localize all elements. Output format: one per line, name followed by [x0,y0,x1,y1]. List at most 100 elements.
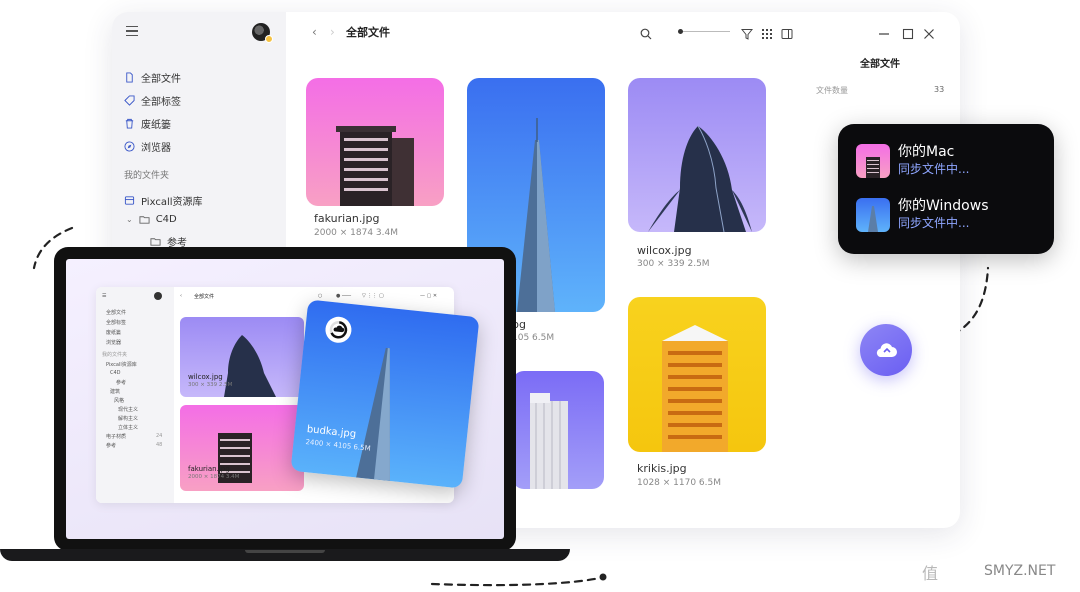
close-icon[interactable] [923,25,935,39]
mini-sidebar-item: 全部标签 [106,320,127,326]
file-meta: 300 × 339 2.5M [637,259,710,269]
info-panel-title: 全部文件 [860,59,900,70]
file-meta: 105 6.5M [512,333,555,343]
mini-file-meta: 2000 × 1874 3.4M [188,474,240,480]
gherkin-image [648,125,752,232]
sidebar-folder-library[interactable]: Pixcall资源库 [124,193,203,208]
avatar[interactable] [252,23,273,43]
sidebar-item-label: 全部文件 [141,74,181,85]
file-icon [124,72,135,83]
mini-sidebar: ☰ 全部文件 全部标签 废纸篓 浏览器 我的文件夹 Pixcall资源库 C4D… [96,287,174,503]
mini-sidebar-count: 24 [156,433,163,439]
mini-sidebar-item: 建筑 [110,389,121,395]
mini-back-icon: ‹ [180,293,182,299]
sidebar-item-all-files[interactable]: 全部文件 [124,70,181,85]
sidebar-item-label: 废纸篓 [141,120,171,131]
file-name: wilcox.jpg [637,244,692,257]
mini-sidebar-item: 废纸篓 [106,330,122,336]
grid-icon[interactable] [761,25,773,39]
cloud-sync-button[interactable] [860,324,912,376]
sidebar-item-label: 全部标签 [141,97,181,108]
panel-toggle-icon[interactable] [781,25,793,39]
device-name: 你的Windows [898,198,989,214]
sidebar-item-label: Pixcall资源库 [141,197,203,208]
search-icon[interactable] [640,25,652,40]
file-card-white-building[interactable] [512,371,604,489]
file-name: krikis.jpg [637,462,687,475]
mini-toolbar-icons: ▽ ⋮⋮ ▢ [362,293,384,299]
mini-sidebar-item: 全部文件 [106,310,127,316]
building-image [336,126,414,206]
mini-page-title: 全部文件 [194,294,215,300]
forward-icon[interactable]: › [330,25,335,39]
page-title: 全部文件 [346,26,390,39]
sidebar-item-label: C4D [155,214,177,225]
file-name: fakurian.jpg [314,212,380,225]
mini-slider: ● ─── [336,293,351,299]
mini-sidebar-item: Pixcall资源库 [106,362,137,368]
mini-sidebar-section: 我的文件夹 [102,352,128,358]
mini-sidebar-item: 立体主义 [118,425,139,431]
watermark-logo: 值 [922,564,939,583]
minimize-icon[interactable] [878,25,890,37]
mini-file-name: wilcox.jpg [188,373,223,381]
compass-icon [124,141,135,152]
mini-window-controls: — ▢ ✕ [420,293,438,299]
avatar-badge [265,35,273,43]
maximize-icon[interactable] [902,25,914,40]
mini-file-name: fakurian.jpg [188,465,230,473]
tower-image [356,347,390,481]
menu-icon[interactable] [126,26,138,39]
mini-sidebar-item: 浏览器 [106,340,122,346]
file-meta: 2000 × 1874 3.4M [314,228,399,238]
tag-icon [124,95,135,106]
mini-sidebar-item: 现代主义 [118,407,139,413]
zoom-slider[interactable] [678,29,730,34]
device-thumbnail [856,198,890,232]
file-meta: 1028 × 1170 6.5M [637,478,722,488]
sync-status: 同步文件中... [898,216,970,230]
mini-sidebar-item: 电子材质 [106,434,127,440]
tower-image [662,325,728,452]
sync-device-windows: 你的Windows 同步文件中... [856,198,989,232]
file-card-fakurian[interactable] [306,78,444,206]
folder-icon [150,236,161,247]
sidebar-folder-c4d[interactable]: ⌄ C4D [126,214,177,225]
chevron-down-icon[interactable]: ⌄ [126,215,133,224]
sidebar-item-browser[interactable]: 浏览器 [124,139,171,154]
mini-sidebar-count: 48 [156,442,163,448]
sidebar-section-label: 我的文件夹 [124,171,170,181]
mini-sidebar-item: C4D [110,370,121,376]
watermark-site: SMYZ.NET [984,563,1056,579]
library-icon [124,195,135,206]
promo-stage: 全部文件 全部标签 废纸篓 浏览器 我的文件夹 Pixcall资源库 ⌄ C4D… [0,0,1080,592]
mini-sidebar-item: 风格 [114,398,125,404]
back-icon[interactable]: ‹ [312,25,317,39]
mini-file-meta: 300 × 339 2.5M [188,382,233,388]
file-count-label: 文件数量 [816,86,848,95]
sync-device-mac: 你的Mac 同步文件中... [856,144,969,178]
sidebar-item-all-tags[interactable]: 全部标签 [124,93,181,108]
file-card-krikis[interactable] [628,297,766,452]
sync-popup: 你的Mac 同步文件中... 你的Windows 同步文件中... [838,124,1054,254]
menu-icon: ☰ [102,293,107,299]
mini-sidebar-item: 解构主义 [118,416,139,422]
building-image [530,393,568,489]
trash-icon [124,118,135,129]
sidebar-item-trash[interactable]: 废纸篓 [124,116,171,131]
mini-search-icon: ○ [318,293,323,299]
sidebar-item-label: 浏览器 [141,143,171,154]
filter-icon[interactable] [740,25,754,40]
folder-icon [139,214,150,225]
device-thumbnail [856,144,890,178]
mini-sidebar-item: 参考 [116,380,127,386]
sync-status: 同步文件中... [898,162,970,176]
file-card-wilcox[interactable] [628,78,766,232]
device-name: 你的Mac [898,144,955,160]
slider-handle[interactable] [678,29,683,34]
dragged-file-card-budka[interactable]: budka.jpg 2400 × 4105 6.5M [290,299,480,489]
mini-sidebar-item: 参考 [106,443,117,449]
mini-avatar [154,292,162,300]
laptop-notch [245,550,325,553]
file-count-value: 33 [934,85,945,94]
